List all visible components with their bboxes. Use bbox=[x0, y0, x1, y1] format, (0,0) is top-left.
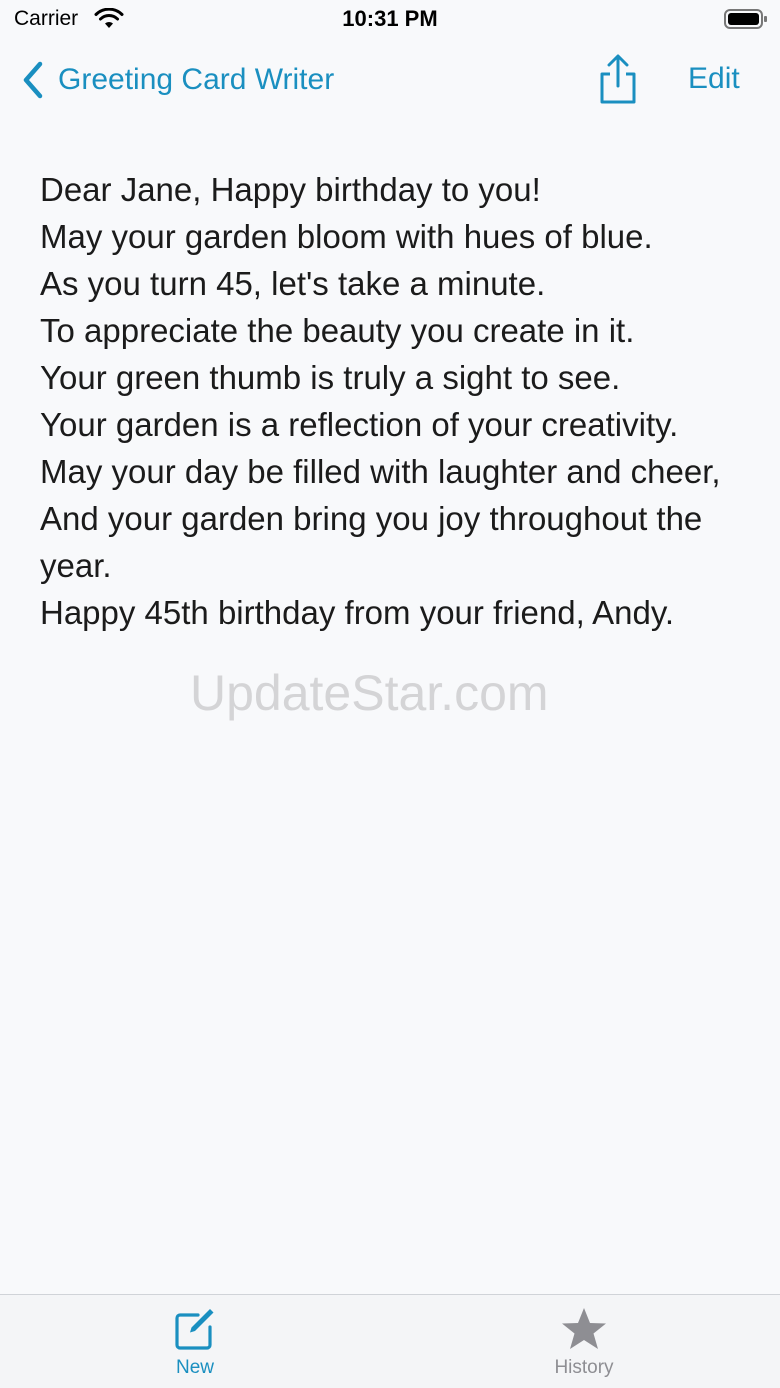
tab-history[interactable]: History bbox=[484, 1295, 684, 1388]
card-line: As you turn 45, let's take a minute. bbox=[40, 265, 546, 302]
card-line: And your garden bring you joy throughout… bbox=[40, 500, 703, 584]
tab-bar: New History bbox=[0, 1294, 780, 1388]
share-icon[interactable] bbox=[596, 54, 640, 106]
card-line: May your garden bloom with hues of blue. bbox=[40, 218, 653, 255]
back-button[interactable]: Greeting Card Writer bbox=[20, 58, 334, 102]
battery-icon bbox=[724, 9, 767, 29]
watermark: UpdateStar.com bbox=[190, 665, 549, 721]
tab-history-label: History bbox=[554, 1357, 614, 1378]
card-line: Your garden is a reflection of your crea… bbox=[40, 406, 679, 443]
chevron-left-icon bbox=[23, 61, 43, 99]
star-icon bbox=[562, 1308, 606, 1349]
card-line: Your green thumb is truly a sight to see… bbox=[40, 359, 621, 396]
edit-button[interactable]: Edit bbox=[688, 62, 740, 96]
tab-new-label: New bbox=[175, 1357, 214, 1378]
card-line: Dear Jane, Happy birthday to you! bbox=[40, 171, 541, 208]
back-button-label: Greeting Card Writer bbox=[58, 63, 335, 96]
greeting-card-text: Dear Jane, Happy birthday to you! May yo… bbox=[40, 166, 740, 636]
compose-icon bbox=[175, 1309, 214, 1350]
status-bar: Carrier 10:31 PM bbox=[0, 0, 780, 40]
card-line: Happy 45th birthday from your friend, An… bbox=[40, 594, 675, 631]
card-line: May your day be filled with laughter and… bbox=[40, 453, 721, 490]
card-line: To appreciate the beauty you create in i… bbox=[40, 312, 635, 349]
navigation-bar: Greeting Card Writer Edit bbox=[0, 44, 780, 124]
tab-new[interactable]: New bbox=[95, 1295, 295, 1388]
status-time: 10:31 PM bbox=[342, 6, 438, 31]
